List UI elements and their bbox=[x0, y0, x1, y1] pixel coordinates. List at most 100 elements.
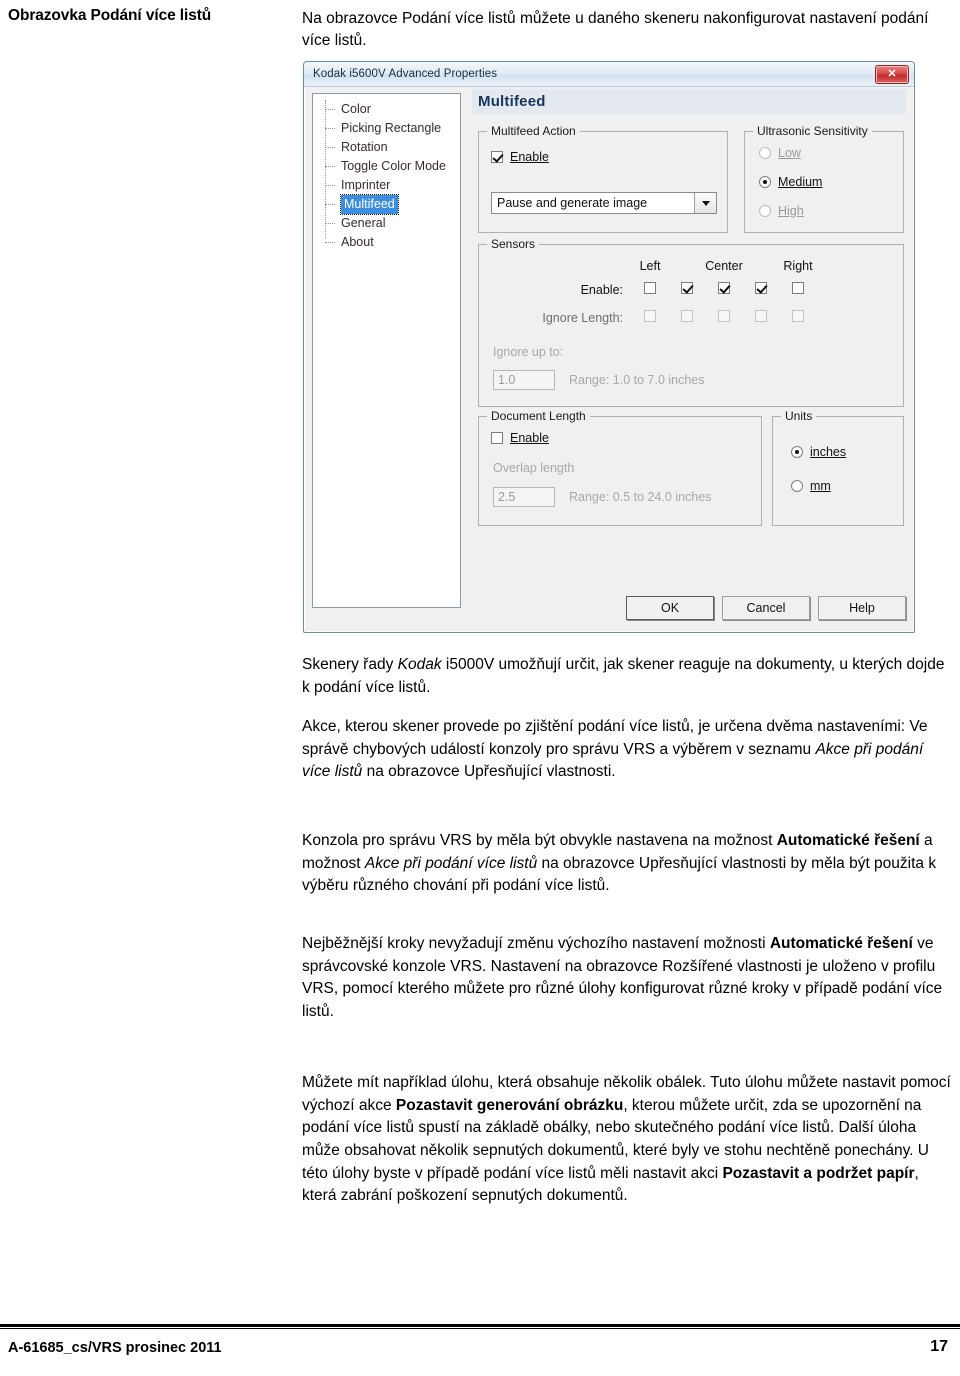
sensors-group: Sensors Left Center Right Enable: Ignore… bbox=[478, 237, 904, 407]
ultrasonic-option-low[interactable]: Low bbox=[759, 146, 801, 160]
tree-item-picking-rectangle[interactable]: Picking Rectangle bbox=[317, 119, 460, 138]
radio-inches[interactable] bbox=[791, 446, 803, 458]
radio-high[interactable] bbox=[759, 205, 771, 217]
radio-low-label: Low bbox=[778, 146, 801, 160]
footer-divider bbox=[0, 1324, 960, 1329]
document-length-enable-label: Enable bbox=[510, 431, 549, 445]
overlap-length-label: Overlap length bbox=[493, 461, 575, 475]
units-option-inches[interactable]: inches bbox=[791, 445, 846, 459]
units-legend: Units bbox=[781, 409, 817, 423]
sensor-enable-5[interactable] bbox=[775, 282, 821, 295]
chevron-down-icon[interactable] bbox=[694, 193, 716, 213]
footer-document-id: A-61685_cs/VRS prosinec 2011 bbox=[8, 1340, 222, 1356]
units-group: Units inches mm bbox=[772, 409, 904, 526]
p4-strong: Automatické řešení bbox=[769, 935, 913, 952]
radio-mm-label: mm bbox=[810, 479, 831, 493]
units-option-mm[interactable]: mm bbox=[791, 479, 831, 493]
ultrasonic-sensitivity-group: Ultrasonic Sensitivity Low Medium High bbox=[744, 124, 904, 233]
tree-item-label: Color bbox=[341, 102, 371, 116]
p1-emphasis: Kodak bbox=[397, 656, 442, 673]
paragraph-5: Můžete mít například úlohu, která obsahu… bbox=[302, 1072, 954, 1208]
ignore-up-to-input[interactable]: 1.0 bbox=[493, 370, 555, 390]
sensors-ignore-length-label: Ignore Length: bbox=[542, 311, 623, 325]
sensor-enable-checkbox-1[interactable] bbox=[644, 282, 656, 294]
ignore-up-to-range: Range: 1.0 to 7.0 inches bbox=[569, 373, 705, 387]
ultrasonic-option-medium[interactable]: Medium bbox=[759, 175, 822, 189]
sensors-col-left: Left bbox=[639, 259, 661, 273]
dialog-titlebar: Kodak i5600V Advanced Properties ✕ bbox=[304, 62, 914, 87]
radio-mm[interactable] bbox=[791, 480, 803, 492]
ultrasonic-option-high[interactable]: High bbox=[759, 204, 804, 218]
radio-high-label: High bbox=[778, 204, 804, 218]
kodak-advanced-properties-dialog: Kodak i5600V Advanced Properties ✕ Color… bbox=[303, 61, 915, 633]
p3-emphasis: Akce při podání více listů bbox=[364, 854, 538, 872]
pane-title: Multifeed bbox=[472, 89, 906, 114]
multifeed-pane: Multifeed Multifeed Action Enable Pause … bbox=[472, 89, 906, 630]
radio-inches-label: inches bbox=[810, 445, 847, 459]
multifeed-action-legend: Multifeed Action bbox=[487, 124, 580, 138]
multifeed-enable-label: Enable bbox=[510, 150, 549, 164]
radio-low[interactable] bbox=[759, 147, 771, 159]
multifeed-action-group: Multifeed Action Enable Pause and genera… bbox=[478, 124, 728, 233]
tree-item-label: Rotation bbox=[341, 140, 388, 154]
tree-item-label: Imprinter bbox=[341, 178, 391, 192]
paragraph-1: Skenery řady Kodak i5000V umožňují určit… bbox=[302, 654, 954, 699]
sensors-col-right: Right bbox=[783, 259, 813, 273]
tree-item-label: Picking Rectangle bbox=[341, 121, 442, 135]
radio-medium[interactable] bbox=[759, 176, 771, 188]
sensor-ignore-checkbox-5[interactable] bbox=[792, 310, 804, 322]
p3-strong: Automatické řešení bbox=[776, 832, 920, 849]
sensor-ignore-checkbox-4[interactable] bbox=[755, 310, 767, 322]
p1-part-a: Skenery řady bbox=[302, 656, 398, 673]
p5-strong-1: Pozastavit generování obrázku bbox=[395, 1096, 624, 1114]
sensor-enable-checkbox-5[interactable] bbox=[792, 282, 804, 294]
dialog-body: Color Picking Rectangle Rotation Toggle … bbox=[304, 87, 914, 632]
multifeed-enable-row[interactable]: Enable bbox=[491, 150, 549, 164]
document-length-enable-checkbox[interactable] bbox=[491, 432, 503, 444]
ok-button[interactable]: OK bbox=[626, 596, 714, 620]
ultrasonic-legend: Ultrasonic Sensitivity bbox=[753, 124, 872, 138]
tree-item-label: Multifeed bbox=[340, 194, 399, 215]
overlap-length-input[interactable]: 2.5 bbox=[493, 487, 555, 507]
sensor-ignore-checkbox-1[interactable] bbox=[644, 310, 656, 322]
document-length-legend: Document Length bbox=[487, 409, 590, 423]
dialog-title: Kodak i5600V Advanced Properties bbox=[313, 68, 498, 80]
tree-item-general[interactable]: General bbox=[317, 214, 460, 233]
intro-paragraph: Na obrazovce Podání více listů můžete u … bbox=[302, 10, 929, 50]
tree-item-label: General bbox=[341, 216, 386, 230]
settings-tree: Color Picking Rectangle Rotation Toggle … bbox=[312, 93, 461, 608]
radio-medium-label: Medium bbox=[778, 175, 823, 189]
sensor-enable-checkbox-2[interactable] bbox=[681, 282, 693, 294]
sensors-enable-label: Enable: bbox=[580, 283, 623, 297]
tree-item-color[interactable]: Color bbox=[317, 100, 460, 119]
tree-item-label: About bbox=[341, 235, 374, 249]
help-button[interactable]: Help bbox=[818, 596, 906, 620]
sensors-col-center: Center bbox=[705, 259, 743, 273]
sensor-ignore-checkbox-2[interactable] bbox=[681, 310, 693, 322]
paragraph-4: Nejběžnější kroky nevyžadují změnu výcho… bbox=[302, 933, 954, 1024]
sensor-ignore-5[interactable] bbox=[775, 310, 821, 323]
dialog-button-row: OK Cancel Help bbox=[626, 596, 906, 620]
multifeed-action-select[interactable]: Pause and generate image bbox=[491, 192, 717, 214]
close-icon[interactable]: ✕ bbox=[875, 65, 909, 84]
cancel-button[interactable]: Cancel bbox=[722, 596, 810, 620]
paragraph-3: Konzola pro správu VRS by měla být obvyk… bbox=[302, 830, 954, 898]
tree-item-rotation[interactable]: Rotation bbox=[317, 138, 460, 157]
multifeed-action-value: Pause and generate image bbox=[497, 196, 648, 210]
paragraph-2: Akce, kterou skener provede po zjištění … bbox=[302, 716, 954, 784]
multifeed-enable-checkbox[interactable] bbox=[491, 151, 503, 163]
overlap-length-range: Range: 0.5 to 24.0 inches bbox=[569, 490, 712, 504]
p2-part-b: na obrazovce Upřesňující vlastnosti. bbox=[362, 763, 616, 781]
sensor-enable-checkbox-4[interactable] bbox=[755, 282, 767, 294]
sensors-legend: Sensors bbox=[487, 237, 540, 251]
tree-item-about[interactable]: About bbox=[317, 233, 460, 252]
sensor-enable-checkbox-3[interactable] bbox=[718, 282, 730, 294]
document-length-enable-row[interactable]: Enable bbox=[491, 431, 549, 445]
tree-item-toggle-color-mode[interactable]: Toggle Color Mode bbox=[317, 157, 460, 176]
tree-item-imprinter[interactable]: Imprinter bbox=[317, 176, 460, 195]
ignore-up-to-label: Ignore up to: bbox=[493, 345, 564, 359]
tree-item-multifeed[interactable]: Multifeed bbox=[317, 194, 460, 215]
sensor-ignore-checkbox-3[interactable] bbox=[718, 310, 730, 322]
tree-item-label: Toggle Color Mode bbox=[341, 159, 446, 173]
p5-strong-2: Pozastavit a podržet papír bbox=[722, 1164, 915, 1182]
